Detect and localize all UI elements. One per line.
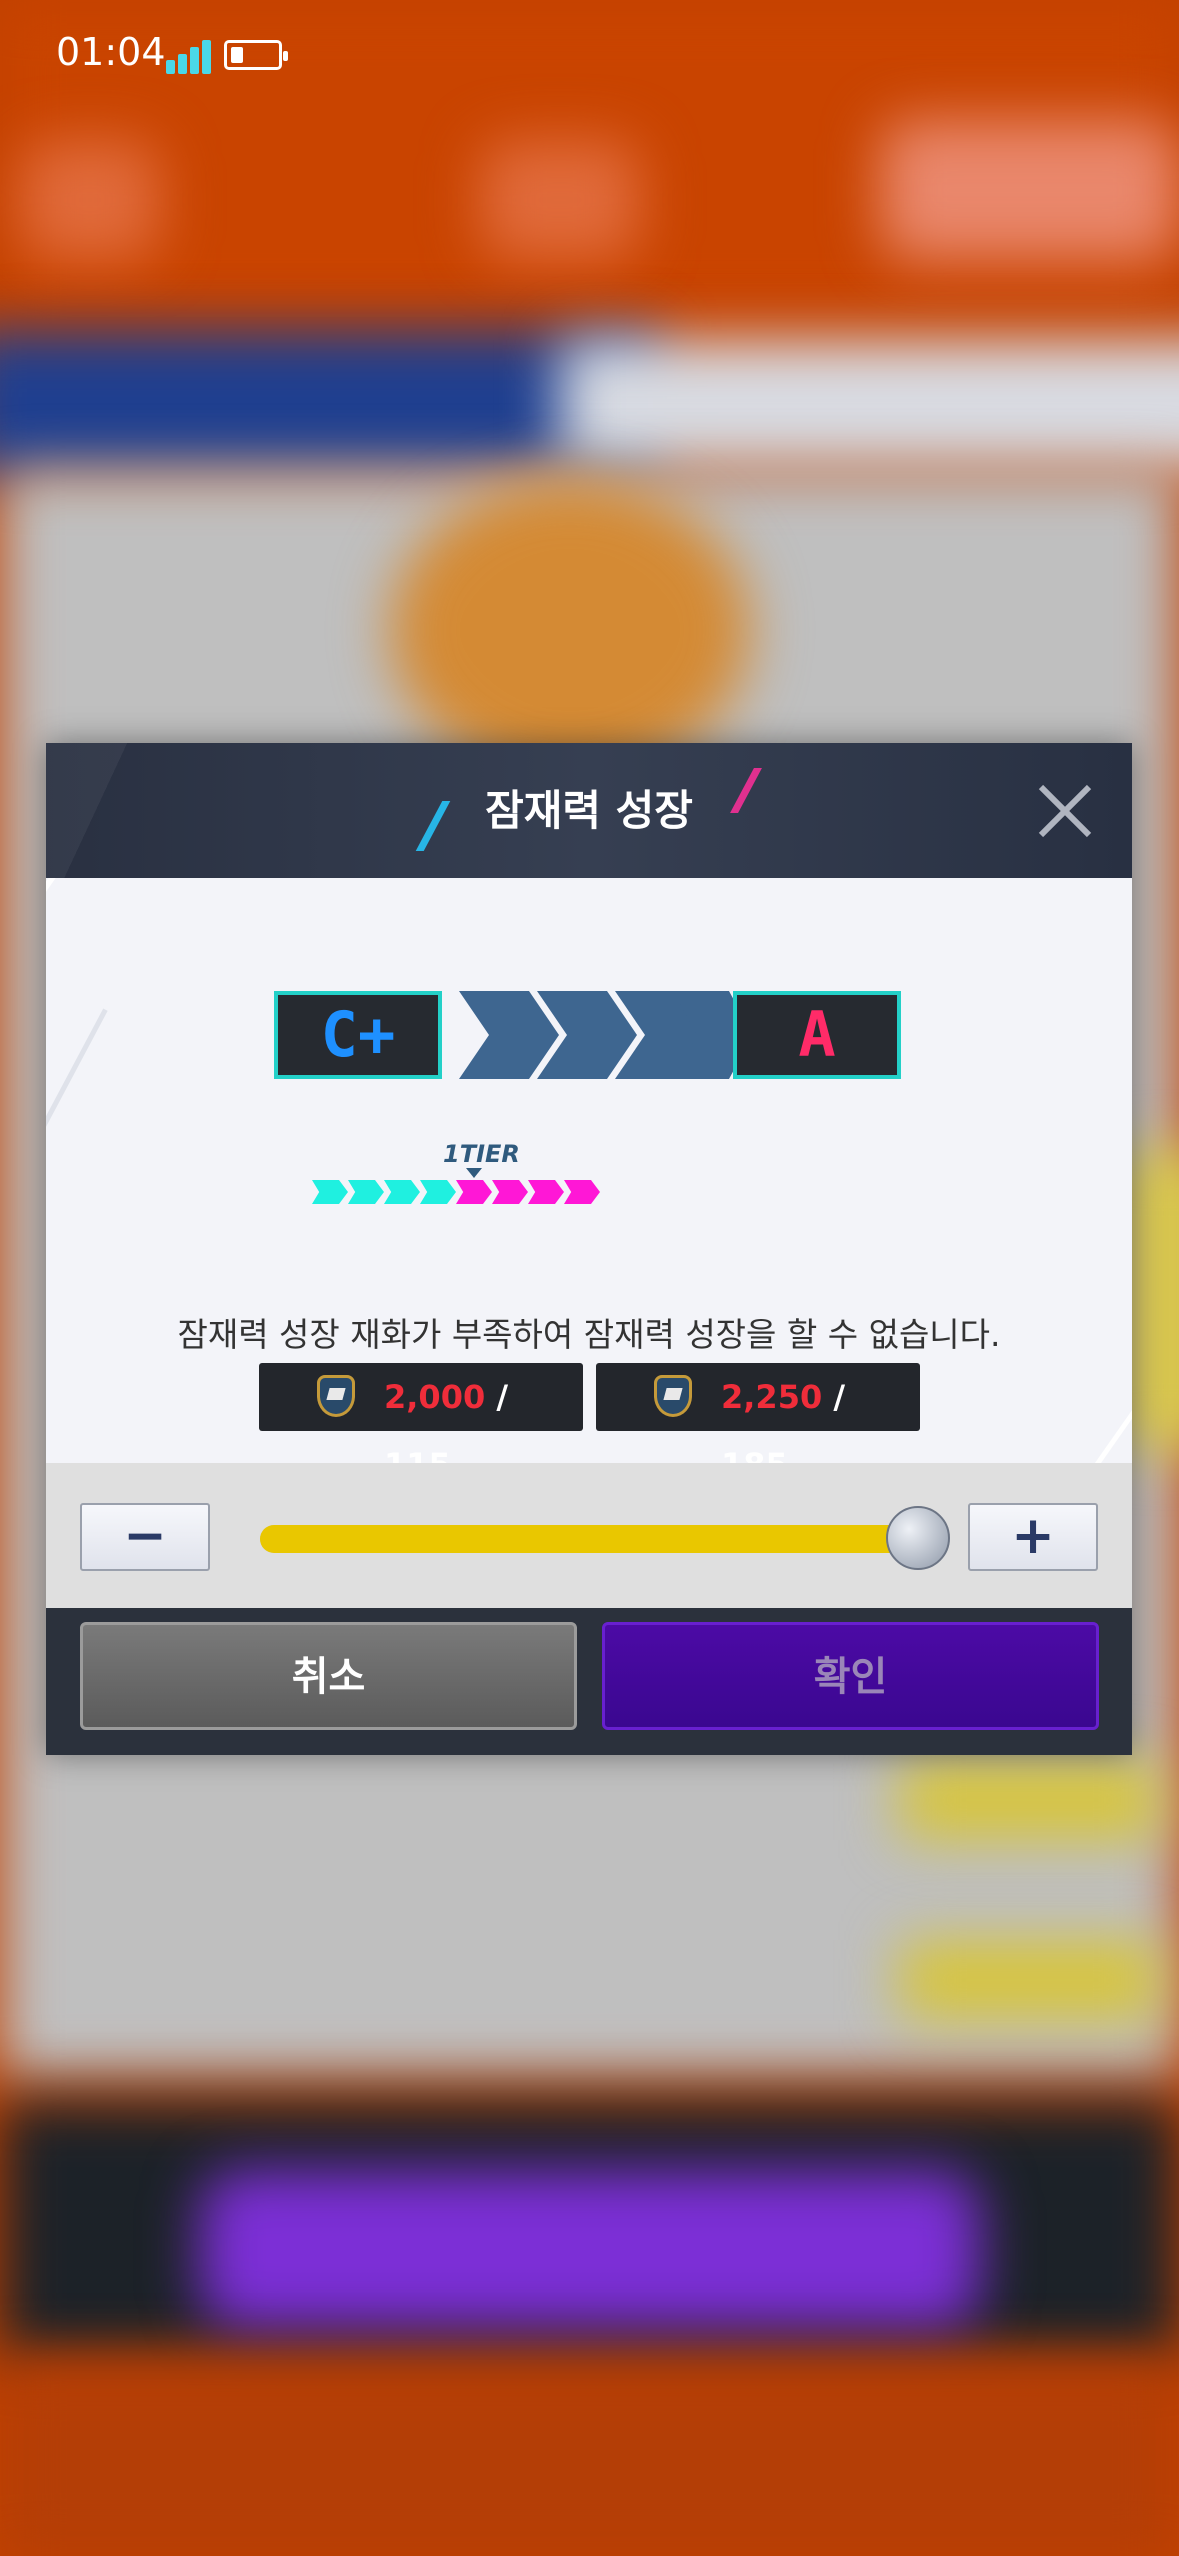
potential-growth-dialog: 잠재력 성장 C+ A 1TIER 잠재력 성장 재화가 부족하여 잠재력 성장… — [46, 743, 1132, 1755]
tier-segment — [420, 1180, 456, 1204]
dialog-header: 잠재력 성장 — [46, 743, 1132, 878]
cancel-button[interactable]: 취소 — [80, 1622, 577, 1730]
tier-pointer-icon — [466, 1168, 482, 1178]
cost-required: 2,250 — [721, 1378, 823, 1416]
decrease-button[interactable]: − — [80, 1503, 210, 1571]
cost-item: 2,000 / 115 — [259, 1363, 583, 1463]
amount-slider-track[interactable] — [260, 1525, 920, 1553]
tier-segment — [528, 1180, 564, 1204]
tier-segment — [384, 1180, 420, 1204]
amount-slider-area: − + — [46, 1463, 1132, 1608]
cost-required: 2,000 — [384, 1378, 486, 1416]
tier-segment — [492, 1180, 528, 1204]
battery-icon — [224, 40, 288, 70]
increase-button[interactable]: + — [968, 1503, 1098, 1571]
tier-segment — [312, 1180, 348, 1204]
amount-slider-fill — [260, 1525, 920, 1553]
cost-item: 2,250 / 185 — [596, 1363, 920, 1463]
growth-material-icon — [654, 1375, 692, 1417]
growth-material-icon — [317, 1375, 355, 1417]
dialog-footer: 취소 확인 — [46, 1608, 1132, 1755]
tier-segment — [348, 1180, 384, 1204]
tier-segment — [456, 1180, 492, 1204]
chevron-right-icon — [459, 991, 559, 1079]
amount-slider-handle[interactable] — [886, 1506, 950, 1570]
close-icon[interactable] — [1036, 781, 1096, 841]
tier-label: 1TIER — [443, 1140, 520, 1168]
confirm-button[interactable]: 확인 — [602, 1622, 1099, 1730]
insufficient-message: 잠재력 성장 재화가 부족하여 잠재력 성장을 할 수 없습니다. — [177, 1315, 1001, 1354]
current-grade: C+ — [274, 991, 442, 1079]
status-bar: 01:04 — [0, 0, 1179, 110]
target-grade: A — [733, 991, 901, 1079]
dialog-title: 잠재력 성장 — [485, 786, 693, 835]
dialog-body: C+ A 1TIER 잠재력 성장 재화가 부족하여 잠재력 성장을 할 수 없… — [46, 878, 1132, 1463]
tier-progress — [312, 1180, 612, 1204]
signal-icon — [166, 38, 212, 74]
status-time: 01:04 — [56, 30, 166, 74]
tier-segment — [564, 1180, 600, 1204]
